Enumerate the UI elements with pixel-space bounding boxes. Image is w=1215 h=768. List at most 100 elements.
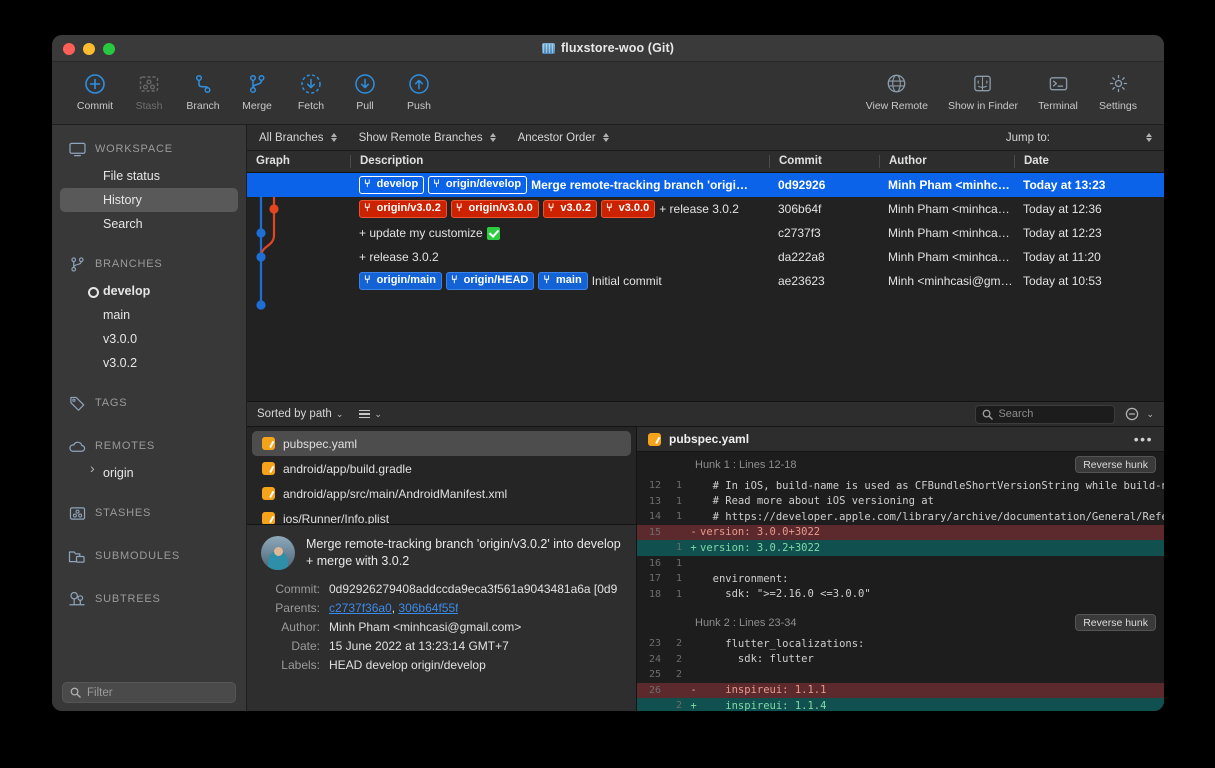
- branch-badge[interactable]: ⑂ origin/HEAD: [445, 272, 535, 290]
- table-row[interactable]: ⑂ origin/main ⑂ origin/HEAD ⑂ main Initi…: [247, 269, 1164, 293]
- reverse-hunk-button[interactable]: Reverse hunk: [1075, 456, 1156, 473]
- app-window: fluxstore-woo (Git) Commit Stash Branch …: [52, 35, 1164, 711]
- sidebar-item-search[interactable]: Search: [60, 212, 238, 236]
- parent-link[interactable]: c2737f36a0: [329, 601, 392, 615]
- avatar: [261, 536, 295, 570]
- column-header-graph[interactable]: Graph: [247, 155, 350, 168]
- sidebar-section-stashes[interactable]: STASHES: [52, 498, 246, 528]
- commit-button[interactable]: Commit: [68, 68, 122, 112]
- file-toolbar: Sorted by path ⌄ ⌄ Search ⌄: [247, 401, 1164, 427]
- diff-line: 17 1 environment:: [637, 571, 1164, 587]
- maximize-button[interactable]: [103, 43, 115, 55]
- sidebar-branch-v302[interactable]: v3.0.2: [60, 351, 238, 375]
- column-header-commit[interactable]: Commit: [769, 155, 879, 168]
- show-in-finder-button[interactable]: Show in Finder: [938, 68, 1028, 112]
- sidebar-branch-main[interactable]: main: [60, 303, 238, 327]
- old-line-number: 16: [648, 557, 661, 569]
- push-button-label: Push: [407, 100, 431, 112]
- sidebar-section-tags[interactable]: TAGS: [52, 388, 246, 418]
- branch-badge[interactable]: ⑂ develop: [359, 176, 425, 194]
- window-title: fluxstore-woo (Git): [560, 41, 674, 55]
- diff-code: flutter_localizations:: [700, 637, 865, 650]
- old-line-number: 26: [648, 684, 661, 696]
- search-input[interactable]: Search: [975, 404, 1116, 424]
- diff-line: 24 2 sdk: flutter: [637, 652, 1164, 668]
- fetch-button[interactable]: Fetch: [284, 68, 338, 112]
- all-branches-label: All Branches: [259, 131, 324, 144]
- branch-badge[interactable]: ⑂ origin/develop: [428, 176, 528, 194]
- sidebar-item-file-status[interactable]: File status: [60, 164, 238, 188]
- column-header-date[interactable]: Date: [1014, 155, 1164, 168]
- terminal-icon: [1048, 71, 1069, 96]
- column-header-description[interactable]: Description: [350, 155, 769, 168]
- sidebar-section-submodules[interactable]: SUBMODULES: [52, 541, 246, 571]
- sidebar-item-history[interactable]: History: [60, 188, 238, 212]
- tag-badge[interactable]: ⑂ origin/v3.0.2: [359, 200, 447, 218]
- push-button[interactable]: Push: [392, 68, 446, 112]
- stash-button[interactable]: Stash: [122, 68, 176, 112]
- reverse-hunk-button[interactable]: Reverse hunk: [1075, 614, 1156, 631]
- repository-icon: [541, 42, 555, 54]
- sidebar-section-remotes[interactable]: REMOTES: [52, 431, 246, 461]
- branch-badge[interactable]: ⑂ main: [538, 272, 588, 290]
- ancestor-order-select[interactable]: Ancestor Order: [518, 132, 609, 144]
- tag-badge[interactable]: ⑂ origin/v3.0.0: [450, 200, 539, 218]
- sort-by-path-button[interactable]: Sorted by path: [257, 408, 332, 420]
- column-header-author[interactable]: Author: [879, 155, 1014, 168]
- row-description-cell: ⑂ origin/main ⑂ origin/HEAD ⑂ main Initi…: [350, 272, 769, 290]
- more-dots-icon[interactable]: •••: [1134, 432, 1153, 446]
- desktop-background: fluxstore-woo (Git) Commit Stash Branch …: [0, 0, 1215, 768]
- minimize-button[interactable]: [83, 43, 95, 55]
- show-remote-branches-select[interactable]: Show Remote Branches: [359, 132, 496, 144]
- hunk-header: Hunk 2 : Lines 23-34 Reverse hunk: [637, 610, 1164, 636]
- list-view-icon[interactable]: [359, 409, 371, 419]
- diff-code: inspireui: 1.1.1: [700, 684, 827, 697]
- filter-input[interactable]: Filter: [62, 682, 236, 703]
- old-line-number: 17: [648, 573, 661, 585]
- new-line-number: 1: [675, 511, 682, 523]
- sidebar-remote-origin[interactable]: origin: [60, 460, 238, 485]
- row-description-cell: ⑂ origin/v3.0.2 ⑂ origin/v3.0.0 ⑂ v3.0.2…: [350, 200, 769, 218]
- row-author-cell: Minh Pham <minhcasi@…: [888, 250, 1014, 264]
- sidebar-branch-v300[interactable]: v3.0.0: [60, 327, 238, 351]
- sidebar-section-title: STASHES: [95, 507, 152, 519]
- tag-badge[interactable]: ⑂ v3.0.0: [600, 200, 656, 218]
- sidebar-branch-develop[interactable]: develop: [60, 279, 238, 303]
- all-branches-select[interactable]: All Branches: [259, 132, 337, 144]
- row-commit-cell: c2737f3: [778, 226, 821, 240]
- list-item[interactable]: android/app/src/main/AndroidManifest.xml: [252, 481, 631, 506]
- row-description-text: Merge remote-tracking branch 'origi…: [531, 178, 748, 192]
- parent-link[interactable]: 306b64f55f: [398, 601, 458, 615]
- bottom-panel: Sorted by path ⌄ ⌄ Search ⌄ pubspec.yaml…: [247, 401, 1164, 711]
- diff-sign: +: [690, 699, 697, 711]
- terminal-button[interactable]: Terminal: [1028, 68, 1088, 112]
- zoom-out-icon: [1126, 407, 1139, 421]
- table-row[interactable]: + update my customize c2737f3 Minh Pham …: [247, 221, 1164, 245]
- window-controls[interactable]: [63, 43, 115, 55]
- settings-button[interactable]: Settings: [1088, 68, 1148, 112]
- list-item[interactable]: ios/Runner/Info.plist: [252, 506, 631, 524]
- list-item[interactable]: pubspec.yaml: [252, 431, 631, 456]
- submodule-icon: [68, 548, 86, 564]
- table-row[interactable]: + release 3.0.2 da222a8 Minh Pham <minhc…: [247, 245, 1164, 269]
- table-row[interactable]: ⑂ develop ⑂ origin/develop Merge remote-…: [247, 173, 1164, 197]
- merge-button[interactable]: Merge: [230, 68, 284, 112]
- terminal-label: Terminal: [1038, 100, 1078, 112]
- stash-icon: [138, 71, 160, 96]
- branch-button[interactable]: Branch: [176, 68, 230, 112]
- branch-badge[interactable]: ⑂ origin/main: [359, 272, 442, 290]
- zoom-control[interactable]: ⌄: [1125, 407, 1154, 421]
- jump-to-select[interactable]: Jump to:: [1006, 132, 1152, 144]
- check-mark-emoji: [486, 226, 500, 240]
- sidebar-section-subtrees[interactable]: SUBTREES: [52, 584, 246, 614]
- close-button[interactable]: [63, 43, 75, 55]
- row-author-cell: Minh Pham <minhcasi@…: [888, 202, 1014, 216]
- tag-badge[interactable]: ⑂ v3.0.2: [542, 200, 597, 218]
- table-row[interactable]: ⑂ origin/v3.0.2 ⑂ origin/v3.0.0 ⑂ v3.0.2…: [247, 197, 1164, 221]
- list-item[interactable]: android/app/build.gradle: [252, 456, 631, 481]
- commit-message-line-2: + merge with 3.0.2: [306, 554, 410, 568]
- commit-hash-value: 0d92926279408addccda9eca3f561a9043481a6a…: [329, 582, 618, 596]
- pull-button[interactable]: Pull: [338, 68, 392, 112]
- diff-content[interactable]: Hunk 1 : Lines 12-18 Reverse hunk 12 1 # …: [637, 452, 1164, 711]
- view-remote-button[interactable]: View Remote: [856, 68, 938, 112]
